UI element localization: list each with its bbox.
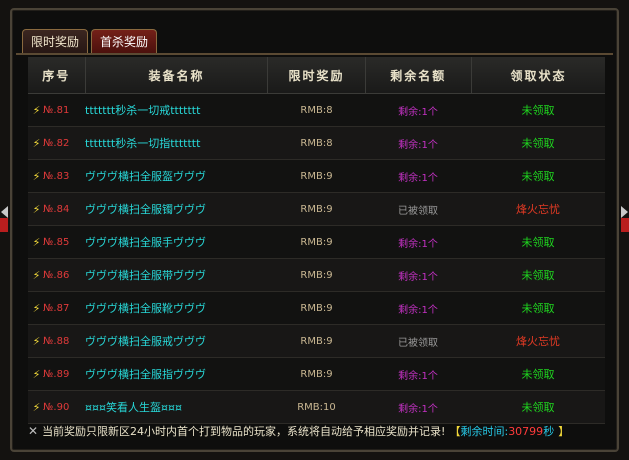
close-x-icon[interactable]: ✕ — [28, 424, 38, 438]
lightning-bolt-icon: ⚡ — [32, 103, 41, 117]
row-index: №.85 — [43, 236, 70, 248]
unclaimed-status[interactable]: 未领取 — [471, 292, 605, 324]
table-row: ⚡ №.83 ヴヴヴ横扫全服盔ヴヴヴ RMB:9 剩余:1个 未领取 — [28, 160, 605, 193]
row-index: №.89 — [43, 368, 70, 380]
first-kill-reward-table: 序号 装备名称 限时奖励 剩余名额 领取状态 ⚡ №.81 ttttttt秒杀一切戒… — [28, 57, 605, 424]
unclaimed-status[interactable]: 未领取 — [471, 259, 605, 291]
table-row: ⚡ №.87 ヴヴヴ横扫全服靴ヴヴヴ RMB:9 剩余:1个 未领取 — [28, 292, 605, 325]
row-index: №.86 — [43, 269, 70, 281]
reward-amount: RMB:9 — [300, 368, 333, 380]
left-edge-handle[interactable] — [0, 218, 8, 232]
lightning-bolt-icon: ⚡ — [32, 334, 41, 348]
reward-amount: RMB:9 — [300, 203, 333, 215]
equipment-name-link[interactable]: ttttttt秒杀一切指ttttttt — [85, 127, 268, 159]
remaining-slots: 剩余:1个 — [398, 271, 438, 283]
table-row: ⚡ №.84 ヴヴヴ横扫全服镯ヴヴヴ RMB:9 已被领取 烽火忘忧 — [28, 193, 605, 226]
footer-bracket-close: 】 — [558, 425, 570, 438]
lightning-bolt-icon: ⚡ — [32, 202, 41, 216]
reward-amount: RMB:8 — [300, 137, 333, 149]
equipment-name-link[interactable]: ttttttt秒杀一切戒ttttttt — [85, 94, 268, 126]
reward-amount: RMB:9 — [300, 269, 333, 281]
equipment-name-link[interactable]: ヴヴヴ横扫全服手ヴヴヴ — [85, 226, 268, 258]
remaining-time-value: 30799 — [508, 424, 544, 438]
equipment-name-link[interactable]: ヴヴヴ横扫全服镯ヴヴヴ — [85, 193, 268, 225]
remaining-time-label: 剩余时间: — [460, 425, 509, 438]
row-index-cell: ⚡ №.89 — [28, 358, 85, 390]
remaining-slots: 剩余:1个 — [398, 238, 438, 250]
unclaimed-status[interactable]: 未领取 — [471, 127, 605, 159]
lightning-bolt-icon: ⚡ — [32, 367, 41, 381]
footer-bracket-open: 【 — [449, 425, 461, 438]
row-index: №.83 — [43, 170, 70, 182]
col-header-remaining: 剩余名额 — [366, 57, 472, 93]
row-index: №.87 — [43, 302, 70, 314]
right-edge-handle[interactable] — [621, 218, 629, 232]
col-header-reward: 限时奖励 — [268, 57, 366, 93]
row-index: №.82 — [43, 137, 70, 149]
reward-amount: RMB:9 — [300, 236, 333, 248]
table-body: ⚡ №.81 ttttttt秒杀一切戒ttttttt RMB:8 剩余:1个 未领取 ⚡ №.… — [28, 94, 605, 424]
row-index-cell: ⚡ №.83 — [28, 160, 85, 192]
remaining-slots: 剩余:1个 — [398, 370, 438, 382]
table-header: 序号 装备名称 限时奖励 剩余名额 领取状态 — [28, 57, 605, 94]
row-index-cell: ⚡ №.84 — [28, 193, 85, 225]
footer-notice-text: 当前奖励只限新区24小时内首个打到物品的玩家，系统将自动给予相应奖励并记录! — [42, 425, 446, 438]
remaining-time-unit: 秒 — [543, 425, 555, 438]
tab-divider — [16, 53, 613, 55]
reward-tabs: 限时奖励 首杀奖励 — [22, 29, 158, 53]
right-arrow-icon[interactable] — [621, 206, 628, 218]
remaining-slots: 剩余:1个 — [398, 106, 438, 118]
tab-first-kill-reward[interactable]: 首杀奖励 — [91, 29, 158, 53]
lightning-bolt-icon: ⚡ — [32, 400, 41, 414]
col-header-status: 领取状态 — [510, 68, 567, 83]
row-index-cell: ⚡ №.82 — [28, 127, 85, 159]
col-header-equipment: 装备名称 — [86, 57, 269, 93]
row-index-cell: ⚡ №.81 — [28, 94, 85, 126]
equipment-name-link[interactable]: ヴヴヴ横扫全服戒ヴヴヴ — [85, 325, 268, 357]
reward-amount: RMB:9 — [300, 335, 333, 347]
table-row: ⚡ №.81 ttttttt秒杀一切戒ttttttt RMB:8 剩余:1个 未领取 — [28, 94, 605, 127]
reward-amount: RMB:9 — [300, 302, 333, 314]
lightning-bolt-icon: ⚡ — [32, 235, 41, 249]
equipment-name-link[interactable]: ヴヴヴ横扫全服盔ヴヴヴ — [85, 160, 268, 192]
table-row: ⚡ №.89 ヴヴヴ横扫全服指ヴヴヴ RMB:9 剩余:1个 未领取 — [28, 358, 605, 391]
claimed-by-player: 烽火忘忧 — [516, 335, 560, 348]
lightning-bolt-icon: ⚡ — [32, 169, 41, 183]
equipment-name-link[interactable]: ヴヴヴ横扫全服靴ヴヴヴ — [85, 292, 268, 324]
row-index: №.84 — [43, 203, 70, 215]
table-row: ⚡ №.88 ヴヴヴ横扫全服戒ヴヴヴ RMB:9 已被领取 烽火忘忧 — [28, 325, 605, 358]
claimed-by-player: 烽火忘忧 — [516, 203, 560, 216]
remaining-slots: 剩余:1个 — [398, 304, 438, 316]
col-header-index: 序号 — [28, 57, 86, 93]
row-index: №.88 — [43, 335, 70, 347]
reward-amount: RMB:8 — [300, 104, 333, 116]
lightning-bolt-icon: ⚡ — [32, 136, 41, 150]
left-arrow-icon[interactable] — [1, 206, 8, 218]
row-index: №.90 — [43, 401, 70, 413]
equipment-name-link[interactable]: ヴヴヴ横扫全服带ヴヴヴ — [85, 259, 268, 291]
unclaimed-status[interactable]: 未领取 — [471, 226, 605, 258]
tab-time-limited-reward[interactable]: 限时奖励 — [22, 29, 89, 53]
unclaimed-status[interactable]: 未领取 — [471, 94, 605, 126]
row-index-cell: ⚡ №.88 — [28, 325, 85, 357]
row-index: №.81 — [43, 104, 70, 116]
row-index-cell: ⚡ №.87 — [28, 292, 85, 324]
unclaimed-status[interactable]: 未领取 — [471, 358, 605, 390]
remaining-slots: 已被领取 — [398, 205, 438, 217]
table-row: ⚡ №.86 ヴヴヴ横扫全服带ヴヴヴ RMB:9 剩余:1个 未领取 — [28, 259, 605, 292]
lightning-bolt-icon: ⚡ — [32, 301, 41, 315]
equipment-name-link[interactable]: ヴヴヴ横扫全服指ヴヴヴ — [85, 358, 268, 390]
lightning-bolt-icon: ⚡ — [32, 268, 41, 282]
reward-amount: RMB:9 — [300, 170, 333, 182]
remaining-slots: 已被领取 — [398, 337, 438, 349]
footer-notice: ✕ 当前奖励只限新区24小时内首个打到物品的玩家，系统将自动给予相应奖励并记录!… — [28, 419, 605, 443]
remaining-slots: 剩余:1个 — [398, 172, 438, 184]
unclaimed-status[interactable]: 未领取 — [471, 160, 605, 192]
row-index-cell: ⚡ №.86 — [28, 259, 85, 291]
table-row: ⚡ №.85 ヴヴヴ横扫全服手ヴヴヴ RMB:9 剩余:1个 未领取 — [28, 226, 605, 259]
remaining-slots: 剩余:1个 — [398, 139, 438, 151]
row-index-cell: ⚡ №.85 — [28, 226, 85, 258]
table-row: ⚡ №.82 ttttttt秒杀一切指ttttttt RMB:8 剩余:1个 未领取 — [28, 127, 605, 160]
